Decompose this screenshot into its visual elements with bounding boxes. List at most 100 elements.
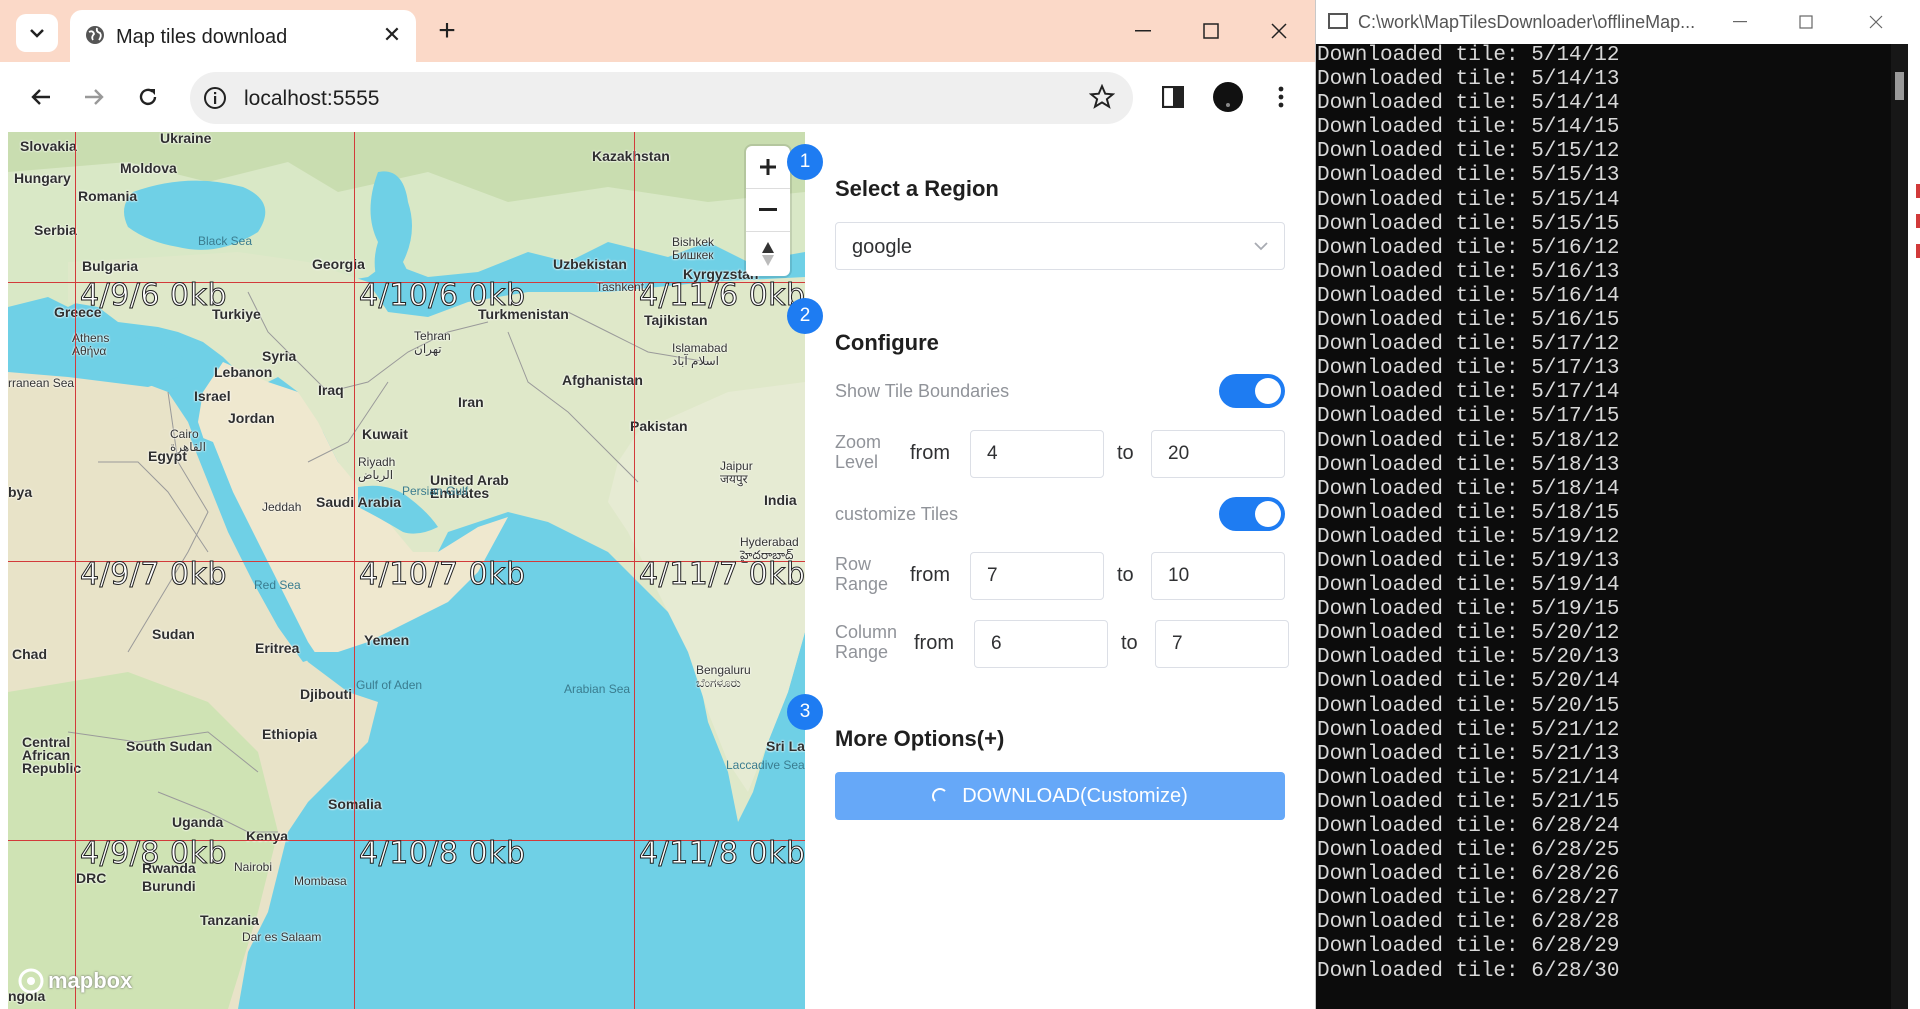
map-label: Israel <box>194 388 231 404</box>
map-label: Burundi <box>142 878 196 894</box>
address-bar[interactable]: localhost:5555 <box>190 72 1133 124</box>
zoom-out-button[interactable] <box>746 189 790 232</box>
map-label: rranean Sea <box>8 376 75 390</box>
tab-search-button[interactable] <box>16 14 58 52</box>
console-line: Downloaded tile: 5/15/12 <box>1317 140 1620 164</box>
back-arrow-icon <box>31 89 50 105</box>
map-label: Jeddah <box>262 500 302 514</box>
menu-button[interactable] <box>1262 78 1300 116</box>
profile-button[interactable] <box>1209 78 1247 116</box>
console-line: Downloaded tile: 6/28/30 <box>1317 959 1620 983</box>
console-window: C:\work\MapTilesDownloader\offlineMap...… <box>1316 0 1920 1009</box>
show-boundaries-toggle[interactable] <box>1219 374 1285 408</box>
console-line: Downloaded tile: 5/14/12 <box>1317 44 1620 67</box>
reload-button[interactable] <box>128 77 168 117</box>
maximize-button[interactable] <box>1188 12 1234 50</box>
map-label: Uzbekistan <box>553 256 627 272</box>
tile-label: 4/11/8 0kb <box>639 836 805 872</box>
tile-label: 4/10/6 0kb <box>359 278 526 314</box>
site-info-icon[interactable] <box>202 85 228 111</box>
download-button[interactable]: DOWNLOAD(Customize) <box>835 772 1285 820</box>
console-line: Downloaded tile: 5/21/13 <box>1317 742 1620 766</box>
minimize-icon <box>1135 30 1151 32</box>
scrollbar-thumb[interactable] <box>1895 72 1904 100</box>
compass-icon <box>762 241 774 266</box>
configure-title: Configure <box>835 330 939 355</box>
tile-boundary <box>75 132 76 1009</box>
edge-mark <box>1916 184 1920 198</box>
column-from-input[interactable]: 6 <box>974 620 1108 668</box>
console-line: Downloaded tile: 5/19/12 <box>1317 525 1620 549</box>
map-label: Pakistan <box>630 418 688 434</box>
forward-button[interactable] <box>74 77 114 117</box>
console-line: Downloaded tile: 5/18/13 <box>1317 453 1620 477</box>
side-panel-button[interactable] <box>1154 78 1192 116</box>
map-label: Iran <box>458 394 484 410</box>
kebab-menu-icon <box>1278 86 1284 108</box>
zoom-to-input[interactable]: 20 <box>1151 430 1285 478</box>
zoom-from-input[interactable]: 4 <box>970 430 1104 478</box>
more-options-toggle[interactable]: More Options(+) <box>835 726 1004 752</box>
console-line: Downloaded tile: 5/19/14 <box>1317 574 1620 598</box>
row-from-input[interactable]: 7 <box>970 552 1104 600</box>
region-select[interactable]: google <box>835 222 1285 270</box>
console-line: Downloaded tile: 5/17/14 <box>1317 381 1620 405</box>
console-title: C:\work\MapTilesDownloader\offlineMap... <box>1358 12 1696 32</box>
minimize-button[interactable] <box>1120 12 1166 50</box>
console-line: Downloaded tile: 5/14/14 <box>1317 92 1620 116</box>
console-close-button[interactable] <box>1856 8 1896 36</box>
step-badge: 3 <box>787 694 823 730</box>
map-label: Kuwait <box>362 426 408 442</box>
plus-icon <box>760 159 776 175</box>
customize-tiles-toggle[interactable] <box>1219 497 1285 531</box>
map-view[interactable]: Ukraine Slovakia Moldova Hungary Romania… <box>8 132 805 1009</box>
map-label: Slovakia <box>20 138 77 154</box>
step-badge: 1 <box>787 144 823 180</box>
map-label: Tanzania <box>200 912 259 928</box>
tab-title: Map tiles download <box>116 26 288 48</box>
mapbox-logo[interactable]: mapbox <box>18 968 132 994</box>
minus-icon <box>759 208 777 211</box>
region-title: Select a Region <box>835 176 999 201</box>
console-maximize-button[interactable] <box>1786 8 1826 36</box>
back-button[interactable] <box>21 77 61 117</box>
sea-label: Arabian Sea <box>564 682 631 696</box>
console-minimize-button[interactable] <box>1720 8 1760 36</box>
new-tab-button[interactable]: + <box>430 14 464 48</box>
console-line: Downloaded tile: 6/28/28 <box>1317 911 1620 935</box>
column-range-label: Column Range <box>835 622 898 662</box>
bookmark-star-icon[interactable] <box>1089 84 1115 110</box>
map-label: Bengaluru ಬೆಂಗಳೂರು <box>696 663 751 690</box>
close-window-button[interactable] <box>1256 12 1302 50</box>
tile-label: 4/11/7 0kb <box>639 557 805 593</box>
browser-window: Map tiles download ✕ + localhost:5555 Uk… <box>0 0 1316 1009</box>
step-badge: 2 <box>787 298 823 334</box>
tab-close-icon[interactable]: ✕ <box>378 21 406 49</box>
map-label: Afghanistan <box>562 372 643 388</box>
console-scrollbar[interactable] <box>1891 44 1908 1009</box>
console-line: Downloaded tile: 5/14/15 <box>1317 116 1620 140</box>
map-label: Egypt <box>148 448 187 464</box>
console-line: Downloaded tile: 5/18/12 <box>1317 429 1620 453</box>
column-to-input[interactable]: 7 <box>1155 620 1289 668</box>
map-label: Kazakhstan <box>592 148 670 164</box>
compass-button[interactable] <box>746 232 790 275</box>
tile-boundary <box>354 132 355 1009</box>
tile-label: 4/10/7 0kb <box>359 557 526 593</box>
console-line: Downloaded tile: 5/21/14 <box>1317 766 1620 790</box>
console-line: Downloaded tile: 5/15/14 <box>1317 188 1620 212</box>
minimize-icon <box>1733 21 1747 23</box>
map-label: Chad <box>12 646 47 662</box>
zoom-in-button[interactable] <box>746 146 790 189</box>
row-to-input[interactable]: 10 <box>1151 552 1285 600</box>
tab-map-tiles[interactable]: Map tiles download ✕ <box>70 10 416 62</box>
browser-toolbar: localhost:5555 <box>0 62 1315 132</box>
map-label: Yemen <box>364 632 410 648</box>
map-label: Saudi Arabia <box>316 494 402 510</box>
map-label: Sri La <box>766 738 805 754</box>
map-label: Riyadh الرياض <box>358 455 396 482</box>
settings-panel: 1 Select a Region google 2 Configure Sho… <box>787 132 1315 1009</box>
console-line: Downloaded tile: 5/19/13 <box>1317 549 1620 573</box>
sea-label: Persian Gulf <box>402 484 469 498</box>
map-label: Romania <box>78 188 138 204</box>
